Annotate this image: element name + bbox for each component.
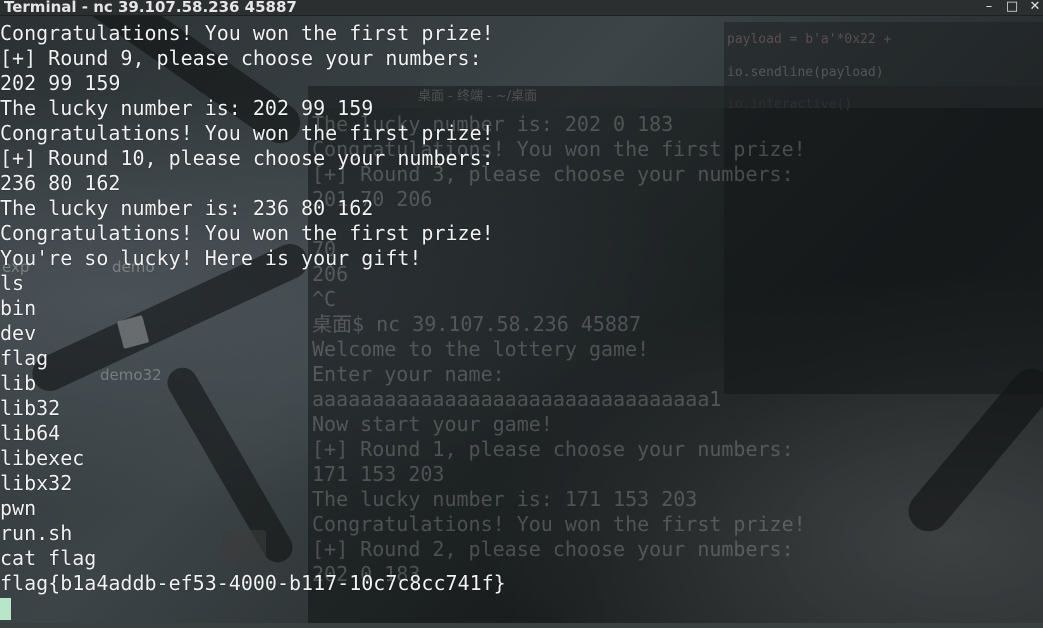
terminal-line: ls: [0, 271, 25, 295]
terminal-line: 236 80 162: [0, 171, 121, 195]
terminal-line: lib: [0, 371, 37, 395]
terminal-line: lib64: [0, 421, 61, 445]
terminal-output[interactable]: Congratulations! You won the first prize…: [0, 20, 1043, 623]
close-button[interactable]: ✕: [1026, 0, 1043, 15]
terminal-line: dev: [0, 321, 37, 345]
terminal-line: pwn: [0, 496, 37, 520]
terminal-line: Congratulations! You won the first prize…: [0, 221, 494, 245]
window-titlebar[interactable]: Terminal - nc 39.107.58.236 45887 – □ ✕: [0, 0, 1043, 16]
desktop-screen: payload = b'a'*0x22 + io.sendline(payloa…: [0, 0, 1043, 628]
window-bottom-border: [0, 623, 1043, 628]
minimize-button[interactable]: –: [980, 0, 998, 15]
terminal-line: flag: [0, 346, 49, 370]
terminal-line: 202 99 159: [0, 71, 121, 95]
terminal-line: libexec: [0, 446, 85, 470]
terminal-line: You're so lucky! Here is your gift!: [0, 246, 422, 270]
terminal-line: [+] Round 10, please choose your numbers…: [0, 146, 494, 170]
terminal-line: libx32: [0, 471, 73, 495]
terminal-line: bin: [0, 296, 37, 320]
terminal-line: cat flag: [0, 546, 97, 570]
terminal-line: Congratulations! You won the first prize…: [0, 121, 494, 145]
terminal-line: run.sh: [0, 521, 73, 545]
window-title: Terminal - nc 39.107.58.236 45887: [4, 0, 297, 16]
terminal-line: [+] Round 9, please choose your numbers:: [0, 46, 482, 70]
terminal-line: flag{b1a4addb-ef53-4000-b117-10c7c8cc741…: [0, 571, 506, 595]
terminal-cursor: [0, 598, 11, 620]
maximize-button[interactable]: □: [1003, 0, 1021, 15]
terminal-line: Congratulations! You won the first prize…: [0, 21, 494, 45]
terminal-line: lib32: [0, 396, 61, 420]
terminal-line: The lucky number is: 202 99 159: [0, 96, 374, 120]
terminal-line: The lucky number is: 236 80 162: [0, 196, 374, 220]
